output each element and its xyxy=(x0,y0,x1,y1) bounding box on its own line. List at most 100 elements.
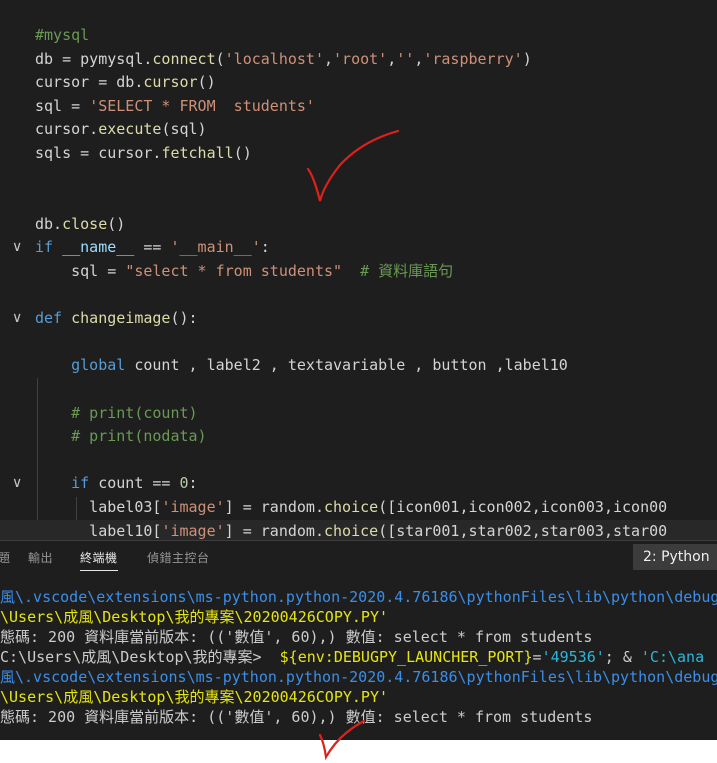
panel-tab-bar: 題輸出 終端機 偵錯主控台 xyxy=(0,541,717,573)
code-text: # print(nodata) xyxy=(35,425,206,449)
code-text: if count == 0: xyxy=(35,472,198,496)
code-line[interactable] xyxy=(0,189,717,213)
code-line[interactable]: sql = 'SELECT * FROM students' xyxy=(0,95,717,119)
code-token: == xyxy=(134,238,171,257)
code-line[interactable]: #mysql xyxy=(0,24,717,48)
code-token: sqls = cursor. xyxy=(35,144,162,162)
terminal-line: 風\.vscode\extensions\ms-python.python-20… xyxy=(0,587,717,607)
code-token: ([icon001,icon002,icon003,icon00 xyxy=(378,498,668,516)
code-text: label03['image'] = random.choice([icon00… xyxy=(35,496,667,520)
code-text: if __name__ == '__main__': xyxy=(35,236,270,260)
code-token: (): xyxy=(170,309,198,328)
code-token: choice xyxy=(324,521,379,540)
code-token: ] = random. xyxy=(224,521,324,540)
code-editor[interactable]: #mysql db = pymysql.connect('localhost','… xyxy=(0,0,717,540)
terminal-line: \Users\成風\Desktop\我的專案\20200426COPY.PY' xyxy=(0,607,388,627)
code-line[interactable]: ∨ if __name__ == '__main__': xyxy=(0,236,717,260)
code-token: ) xyxy=(522,49,532,68)
code-token: : xyxy=(188,474,198,493)
chevron-down-icon[interactable]: ∨ xyxy=(12,472,22,496)
code-token: (sql) xyxy=(161,120,207,139)
code-line[interactable]: cursor.execute(sql) xyxy=(0,118,717,142)
code-token: choice xyxy=(324,498,379,516)
code-line[interactable] xyxy=(0,331,717,355)
panel-tab[interactable]: 偵錯主控台 xyxy=(147,549,210,566)
code-line[interactable]: label03['image'] = random.choice([icon00… xyxy=(0,496,717,520)
code-token: () xyxy=(107,214,126,233)
terminal-token: '49536' xyxy=(541,648,605,666)
code-token: 'image' xyxy=(161,521,225,540)
code-token: 'root' xyxy=(333,49,388,68)
code-token: label03[ xyxy=(35,498,162,516)
code-token: 'SELECT * FROM students' xyxy=(89,96,315,115)
code-token: 'raspberry' xyxy=(423,49,523,68)
code-text: sql = 'SELECT * FROM students' xyxy=(35,95,315,119)
code-token: count , label2 , textavariable , button … xyxy=(125,356,568,375)
code-token: cursor. xyxy=(35,120,99,139)
code-line[interactable]: # print(count) xyxy=(0,402,717,426)
page-bottom xyxy=(0,740,717,763)
code-token: "select * from students" xyxy=(125,262,343,280)
code-text: global count , label2 , textavariable , … xyxy=(35,354,568,378)
code-token: count == xyxy=(89,474,180,493)
code-token: cursor = db. xyxy=(35,73,144,92)
code-token: if xyxy=(35,238,54,257)
code-token: if xyxy=(71,474,90,493)
code-line[interactable]: ∨ if count == 0: xyxy=(0,472,717,496)
code-token: #mysql xyxy=(35,26,90,44)
code-token: ] = random. xyxy=(224,498,324,516)
code-text: cursor.execute(sql) xyxy=(35,118,207,142)
code-token: cursor xyxy=(143,73,198,92)
code-token: sql = xyxy=(35,96,90,115)
code-text: def changeimage(): xyxy=(35,307,198,331)
code-token: ( xyxy=(215,49,225,68)
code-line[interactable] xyxy=(0,284,717,308)
code-line[interactable]: # print(nodata) xyxy=(0,425,717,449)
chevron-down-icon[interactable]: ∨ xyxy=(12,236,22,260)
code-token: # 資料庫語句 xyxy=(360,262,454,280)
panel-tab[interactable]: 終端機 xyxy=(80,549,118,571)
terminal-token: C:\Users\成風\Desktop\我的專案> xyxy=(0,648,280,666)
code-token: 'image' xyxy=(161,498,225,516)
code-token: () xyxy=(233,144,252,162)
terminal-select-label: 2: Python xyxy=(643,549,710,565)
chevron-down-icon[interactable]: ∨ xyxy=(12,307,22,331)
code-token: , xyxy=(324,49,334,68)
code-token: 'localhost' xyxy=(224,49,324,68)
code-line[interactable] xyxy=(0,166,717,190)
code-line[interactable]: label10['image'] = random.choice([star00… xyxy=(0,519,717,540)
code-token: : xyxy=(260,238,270,257)
code-text: db.close() xyxy=(35,213,125,237)
code-line[interactable]: db = pymysql.connect('localhost','root',… xyxy=(0,48,717,72)
code-text: #mysql xyxy=(35,24,89,48)
code-line[interactable]: sql = "select * from students" # 資料庫語句 xyxy=(0,260,717,284)
code-token: # print(count) xyxy=(35,403,198,422)
code-text: db = pymysql.connect('localhost','root',… xyxy=(35,48,532,72)
code-token: '' xyxy=(396,49,415,68)
code-token: __name__ xyxy=(62,238,135,257)
code-line[interactable]: cursor = db.cursor() xyxy=(0,71,717,95)
code-line[interactable] xyxy=(0,449,717,473)
code-line[interactable]: ∨ def changeimage(): xyxy=(0,307,717,331)
terminal-token: 態碼: 200 資料庫當前版本: (('數值', 60),) 數值: selec… xyxy=(0,708,593,726)
code-token: connect xyxy=(152,49,216,68)
code-line[interactable]: sqls = cursor.fetchall() xyxy=(0,142,717,166)
code-token: close xyxy=(62,214,108,233)
code-line[interactable]: db.close() xyxy=(0,213,717,237)
code-token: changeimage xyxy=(71,309,171,328)
code-token: 0 xyxy=(179,474,189,493)
code-token: db = pymysql. xyxy=(35,49,153,68)
code-text: # print(count) xyxy=(35,402,198,426)
panel-tab[interactable]: 輸出 xyxy=(28,549,53,566)
code-line[interactable] xyxy=(0,378,717,402)
terminal-token: 風\.vscode\extensions\ms-python.python-20… xyxy=(0,588,717,606)
code-text: sql = "select * from students" # 資料庫語句 xyxy=(35,260,453,284)
terminal-select[interactable]: 2: Python xyxy=(633,544,717,570)
code-token: def xyxy=(35,309,63,328)
panel-tab[interactable]: 題 xyxy=(0,549,11,566)
code-line[interactable]: global count , label2 , textavariable , … xyxy=(0,354,717,378)
